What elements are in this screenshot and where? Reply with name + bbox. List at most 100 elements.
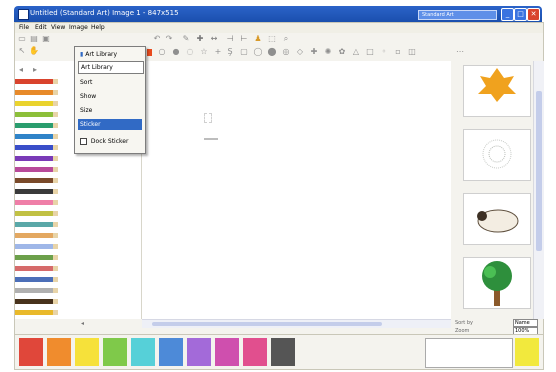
palette-swatch[interactable]: [187, 338, 211, 366]
palette-swatch[interactable]: [19, 338, 43, 366]
canvas-stroke: [204, 138, 218, 140]
save-icon[interactable]: ▣: [41, 35, 51, 43]
cursor-icon[interactable]: ⊣: [225, 35, 235, 43]
art-set-combo[interactable]: Standard Art: [418, 10, 497, 20]
dropdown-item-sort[interactable]: Sort: [78, 77, 142, 88]
pointer-icon[interactable]: ↖: [17, 47, 27, 55]
horizontal-scrollbar[interactable]: [142, 319, 451, 328]
shape-star-icon[interactable]: ☆: [199, 48, 209, 56]
redo-icon[interactable]: ↷: [164, 35, 174, 43]
gallery-item-sheep[interactable]: [463, 193, 531, 245]
menu-image[interactable]: Image: [69, 24, 88, 31]
menu-view[interactable]: View: [51, 24, 65, 31]
zoom-icon[interactable]: ⌕: [281, 35, 291, 43]
maximize-icon[interactable]: □: [514, 8, 527, 21]
gallery-item-tree[interactable]: [463, 257, 531, 309]
shape-ring2-icon[interactable]: ◦: [379, 48, 389, 56]
colored-pencil[interactable]: [15, 288, 58, 293]
more-tools-icon[interactable]: ⋯: [455, 48, 465, 56]
sticker-gallery: [451, 61, 544, 319]
drawing-canvas[interactable]: [142, 61, 451, 319]
dropdown-item-library[interactable]: ▮ Art Library: [78, 49, 142, 60]
shape-box-icon[interactable]: □: [365, 48, 375, 56]
colored-pencil[interactable]: [15, 222, 58, 227]
close-icon[interactable]: ✕: [527, 8, 540, 21]
colored-pencil[interactable]: [15, 189, 58, 194]
menu-help[interactable]: Help: [91, 24, 105, 31]
palette-swatch[interactable]: [131, 338, 155, 366]
palette-swatch[interactable]: [243, 338, 267, 366]
arrow-line-icon[interactable]: ↔: [209, 35, 219, 43]
shape-triangle-icon[interactable]: △: [351, 48, 361, 56]
undo-icon[interactable]: ↶: [152, 35, 162, 43]
shape-ring-icon[interactable]: ◌: [185, 48, 195, 56]
colored-pencil[interactable]: [15, 145, 58, 150]
vertical-scrollbar[interactable]: [533, 61, 544, 319]
shape-flower-icon[interactable]: ✿: [337, 48, 347, 56]
scroll-up-icon[interactable]: ◂: [19, 65, 23, 74]
palette-swatch[interactable]: [47, 338, 71, 366]
shape-circle-icon[interactable]: ○: [157, 48, 167, 56]
colored-pencil[interactable]: [15, 101, 58, 106]
dropdown-item-show[interactable]: Show: [78, 91, 142, 102]
shape-plus-icon[interactable]: +: [213, 48, 223, 56]
colored-pencil[interactable]: [15, 134, 58, 139]
minimize-icon[interactable]: _: [501, 8, 514, 21]
colored-pencil[interactable]: [15, 299, 58, 304]
pen-icon[interactable]: ✎: [181, 35, 191, 43]
menu-file[interactable]: File: [19, 24, 29, 31]
shape-s-icon[interactable]: Ş: [225, 48, 235, 56]
shape-swirl-icon[interactable]: ◎: [281, 48, 291, 56]
shape-o-icon[interactable]: ◯: [253, 48, 263, 56]
colored-pencil[interactable]: [15, 233, 58, 238]
sort-combo[interactable]: Name: [513, 319, 538, 327]
colored-pencil[interactable]: [15, 277, 58, 282]
stamp-icon[interactable]: ♟: [253, 35, 263, 43]
shape-cross-icon[interactable]: ✚: [309, 48, 319, 56]
dropdown-item-sticker[interactable]: Sticker: [78, 119, 142, 130]
vertical-scroll-thumb[interactable]: [536, 91, 542, 251]
shape-diamond-icon[interactable]: ◇: [295, 48, 305, 56]
colored-pencil[interactable]: [15, 156, 58, 161]
dropdown-library-select[interactable]: Art Library: [78, 61, 144, 74]
palette-swatch[interactable]: [75, 338, 99, 366]
dropdown-item-size[interactable]: Size: [78, 105, 142, 116]
shape-dot-icon[interactable]: ⬤: [267, 48, 277, 56]
flip-icon[interactable]: ⊢: [239, 35, 249, 43]
select-icon[interactable]: ⬚: [267, 35, 277, 43]
scroll-down-icon[interactable]: ▸: [33, 65, 37, 74]
colored-pencil[interactable]: [15, 310, 58, 315]
shape-misc-icon[interactable]: ◫: [407, 48, 417, 56]
shape-square-icon[interactable]: ▢: [239, 48, 249, 56]
open-icon[interactable]: ▤: [29, 35, 39, 43]
colored-pencil[interactable]: [15, 211, 58, 216]
shape-fill-icon[interactable]: ●: [171, 48, 181, 56]
colored-pencil[interactable]: [15, 178, 58, 183]
custom-color-swatch[interactable]: [425, 338, 513, 368]
menu-edit[interactable]: Edit: [35, 24, 47, 31]
palette-swatch[interactable]: [271, 338, 295, 366]
colored-pencil[interactable]: [15, 123, 58, 128]
palette-swatch[interactable]: [103, 338, 127, 366]
palette-swatch[interactable]: [215, 338, 239, 366]
colored-pencil[interactable]: [15, 167, 58, 172]
colored-pencil[interactable]: [15, 200, 58, 205]
colored-pencil[interactable]: [15, 79, 58, 84]
dock-sticker-checkbox[interactable]: Dock Sticker: [78, 136, 142, 147]
new-icon[interactable]: ▭: [17, 35, 27, 43]
hand-icon[interactable]: ✋: [29, 47, 39, 55]
gallery-item-dandelion[interactable]: [463, 129, 531, 181]
palette-swatch[interactable]: [159, 338, 183, 366]
shape-square2-icon[interactable]: ▫: [393, 48, 403, 56]
colored-pencil[interactable]: [15, 266, 58, 271]
colored-pencil[interactable]: [15, 255, 58, 260]
current-color-swatch[interactable]: [515, 338, 539, 366]
horizontal-scroll-thumb[interactable]: [152, 322, 382, 326]
colored-pencil[interactable]: [15, 90, 58, 95]
colored-pencil[interactable]: [15, 244, 58, 249]
line-icon[interactable]: ✚: [195, 35, 205, 43]
scroll-left-icon[interactable]: ◂: [81, 320, 84, 327]
shape-sun-icon[interactable]: ✺: [323, 48, 333, 56]
gallery-item-sun[interactable]: [463, 65, 531, 117]
colored-pencil[interactable]: [15, 112, 58, 117]
